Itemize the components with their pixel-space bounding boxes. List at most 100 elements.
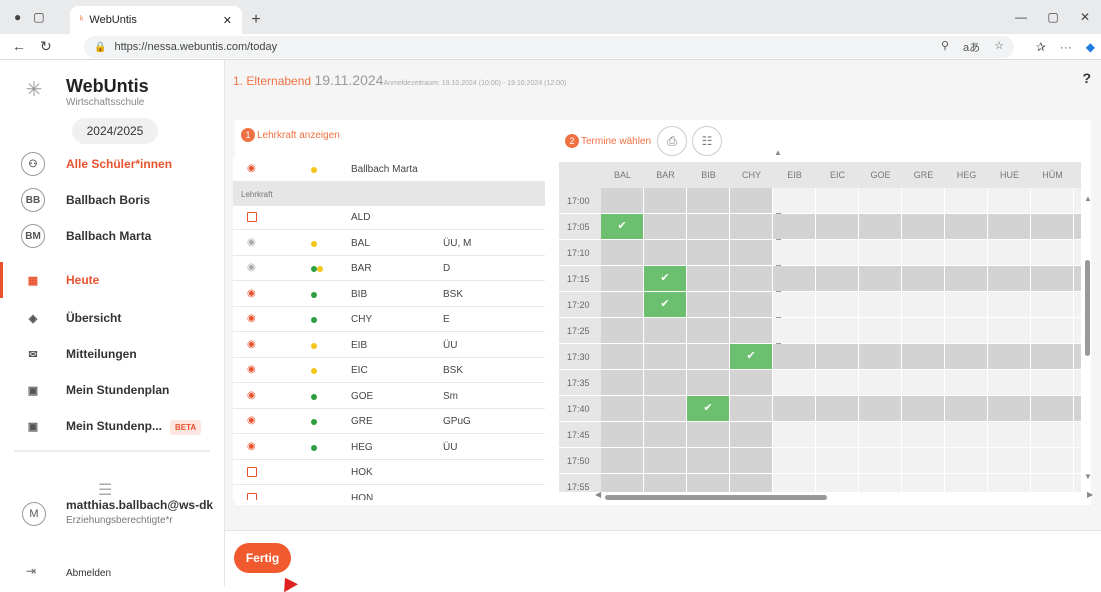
slot-cell[interactable]	[945, 292, 987, 317]
slot-cell[interactable]	[773, 214, 815, 239]
slot-cell[interactable]	[773, 448, 815, 473]
teacher-row[interactable]: ◉ HEG ÜU	[233, 436, 545, 460]
slot-cell[interactable]	[859, 266, 901, 291]
profile-icon[interactable]: ●	[14, 10, 21, 24]
slot-cell[interactable]	[601, 266, 643, 291]
slot-cell[interactable]	[902, 448, 944, 473]
slot-cell[interactable]	[1074, 292, 1081, 317]
checkbox[interactable]	[247, 492, 257, 500]
slot-cell[interactable]	[601, 448, 643, 473]
slot-cell[interactable]	[816, 292, 858, 317]
slot-cell[interactable]	[730, 292, 772, 317]
slot-cell[interactable]	[687, 448, 729, 473]
slot-cell[interactable]	[816, 448, 858, 473]
slot-cell[interactable]	[687, 370, 729, 395]
teacher-row[interactable]: ◉ EIB ÜU	[233, 334, 545, 358]
close-tab-icon[interactable]: ✕	[223, 14, 232, 27]
slot-cell[interactable]	[945, 370, 987, 395]
eye-icon[interactable]: ◉	[247, 288, 256, 299]
slot-cell[interactable]	[902, 396, 944, 421]
slot-cell[interactable]	[601, 188, 643, 213]
school-year-selector[interactable]: 2024/2025	[72, 118, 158, 144]
grid-vertical-scrollbar[interactable]	[1085, 260, 1090, 356]
slot-cell[interactable]	[988, 448, 1030, 473]
user-avatar[interactable]: M	[22, 502, 46, 526]
slot-cell[interactable]	[644, 318, 686, 343]
slot-cell[interactable]	[902, 370, 944, 395]
eye-icon[interactable]: ◉	[247, 339, 256, 350]
slot-cell[interactable]	[730, 266, 772, 291]
slot-cell[interactable]	[902, 474, 944, 492]
slot-cell[interactable]	[816, 370, 858, 395]
slot-cell[interactable]	[687, 422, 729, 447]
sidebar-item-heute[interactable]: ▦ Heute	[0, 262, 225, 298]
new-tab-button[interactable]: +	[242, 6, 270, 34]
slot-cell[interactable]	[1031, 422, 1073, 447]
slot-cell[interactable]	[902, 266, 944, 291]
slot-cell[interactable]	[730, 448, 772, 473]
tab-actions-icon[interactable]: ▢	[33, 10, 44, 24]
slot-cell[interactable]	[644, 474, 686, 492]
slot-cell[interactable]	[644, 188, 686, 213]
copilot-icon[interactable]: ◆	[1086, 40, 1095, 54]
slot-cell[interactable]	[773, 266, 815, 291]
pdf-export-button[interactable]: ⎙	[657, 126, 687, 156]
teacher-row[interactable]: ◉ CHY E	[233, 308, 545, 332]
slot-cell[interactable]	[773, 292, 815, 317]
teacher-row[interactable]: ◉ GOE Sm	[233, 385, 545, 409]
slot-cell[interactable]	[773, 422, 815, 447]
slot-cell[interactable]	[601, 292, 643, 317]
slot-cell[interactable]	[816, 214, 858, 239]
slot-cell[interactable]	[644, 344, 686, 369]
slot-cell[interactable]	[601, 318, 643, 343]
slot-cell[interactable]	[687, 240, 729, 265]
slot-cell[interactable]	[601, 474, 643, 492]
eye-icon[interactable]: ◉	[247, 163, 256, 174]
slot-cell[interactable]	[1074, 474, 1081, 492]
eye-icon[interactable]: ◉	[247, 364, 256, 375]
slot-cell[interactable]	[730, 188, 772, 213]
slot-cell[interactable]	[687, 344, 729, 369]
eye-icon[interactable]: ◉	[247, 441, 256, 452]
slot-cell[interactable]	[988, 422, 1030, 447]
menu-collapse-icon[interactable]: ☰	[98, 480, 112, 500]
slot-cell[interactable]	[773, 318, 815, 343]
slot-cell[interactable]	[1031, 344, 1073, 369]
slot-cell-booked[interactable]: ✔	[601, 214, 643, 239]
slot-cell[interactable]	[1031, 370, 1073, 395]
slot-cell[interactable]	[1074, 214, 1081, 239]
eye-icon[interactable]: ◉	[247, 237, 256, 248]
eye-icon[interactable]: ◉	[247, 390, 256, 401]
eye-icon[interactable]: ◉	[247, 415, 256, 426]
sidebar-item-all-students[interactable]: ⚇ Alle Schüler*innen	[0, 146, 225, 182]
slot-cell[interactable]	[988, 188, 1030, 213]
slot-cell[interactable]	[773, 396, 815, 421]
sidebar-item-mitteilungen[interactable]: ✉ Mitteilungen	[0, 336, 225, 372]
help-button[interactable]: ?	[1082, 70, 1091, 86]
slot-cell[interactable]	[988, 474, 1030, 492]
slot-cell[interactable]	[816, 266, 858, 291]
back-icon[interactable]: ←	[12, 38, 26, 55]
slot-cell[interactable]	[859, 344, 901, 369]
slot-cell[interactable]	[773, 188, 815, 213]
slot-cell[interactable]	[816, 344, 858, 369]
slot-cell[interactable]	[1031, 396, 1073, 421]
teacher-row[interactable]: ◉ BIB BSK	[233, 283, 545, 307]
slot-cell[interactable]	[601, 370, 643, 395]
slot-cell[interactable]	[687, 292, 729, 317]
slot-cell[interactable]	[644, 214, 686, 239]
key-icon[interactable]: ⚲	[941, 39, 949, 55]
slot-cell[interactable]	[902, 214, 944, 239]
minimize-icon[interactable]: —	[1005, 0, 1037, 34]
slot-cell[interactable]	[1031, 448, 1073, 473]
slot-cell[interactable]	[1074, 240, 1081, 265]
slot-cell[interactable]	[859, 370, 901, 395]
logout-link[interactable]: Abmelden	[66, 568, 111, 579]
slot-cell[interactable]	[730, 474, 772, 492]
more-icon[interactable]: ···	[1060, 40, 1072, 54]
teacher-row[interactable]: ◉ EIC BSK	[233, 359, 545, 383]
teacher-row[interactable]: ◉ BAR D	[233, 257, 545, 281]
grid-scroll-right-icon[interactable]: ▶	[1087, 490, 1093, 499]
slot-cell[interactable]	[644, 396, 686, 421]
slot-cell[interactable]	[945, 266, 987, 291]
